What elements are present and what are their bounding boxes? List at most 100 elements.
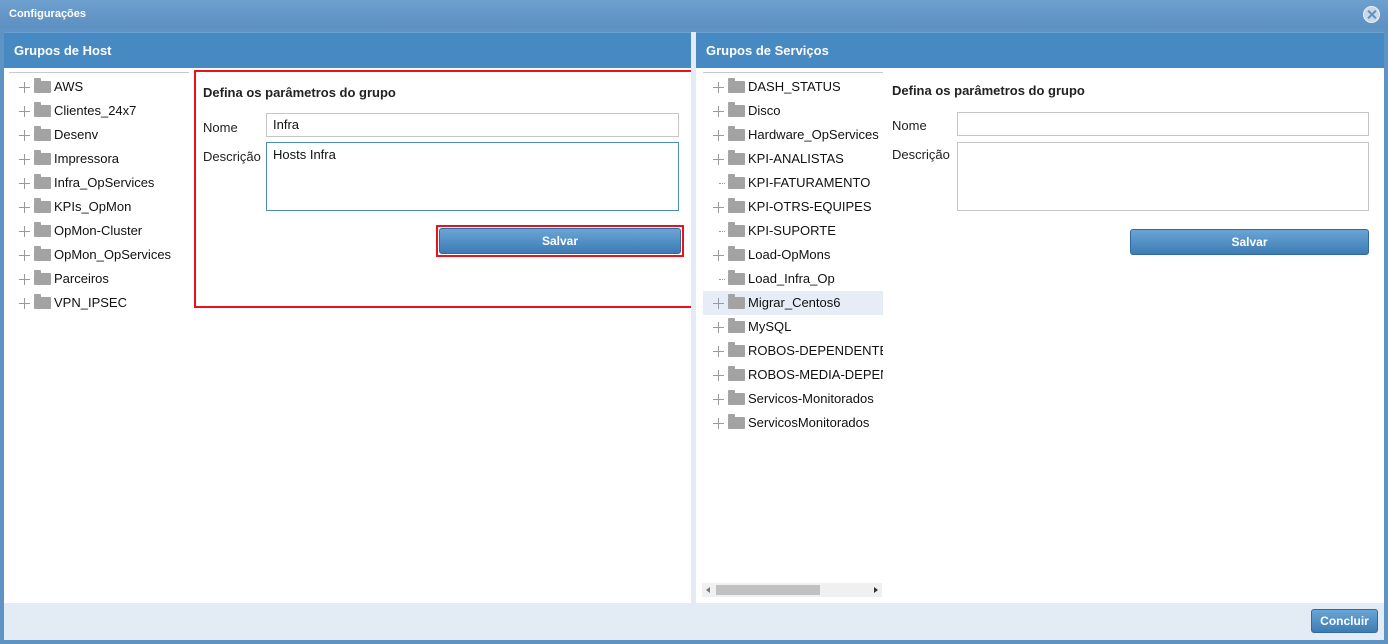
expand-icon[interactable] xyxy=(19,130,30,141)
tree-item-label: Impressora xyxy=(54,151,120,166)
folder-icon xyxy=(34,150,51,165)
host-save-button[interactable]: Salvar xyxy=(439,228,681,254)
tree-line-icon xyxy=(713,226,725,237)
expand-icon[interactable] xyxy=(713,346,724,357)
expand-icon[interactable] xyxy=(19,226,30,237)
scroll-thumb[interactable] xyxy=(716,585,820,595)
tree-item-label: KPI-ANALISTAS xyxy=(748,151,844,166)
scroll-right-icon[interactable] xyxy=(874,587,878,593)
tree-item[interactable]: ServicosMonitorados xyxy=(703,411,883,435)
expand-icon[interactable] xyxy=(713,322,724,333)
tree-item[interactable]: MySQL xyxy=(703,315,883,339)
expand-icon[interactable] xyxy=(713,250,724,261)
tree-item-label: KPI-FATURAMENTO xyxy=(748,175,871,190)
folder-icon xyxy=(34,270,51,285)
done-button[interactable]: Concluir xyxy=(1311,609,1378,633)
tree-item[interactable]: ROBOS-MEDIA-DEPENDENTES xyxy=(703,363,883,387)
tree-item[interactable]: KPI-SUPORTE xyxy=(703,219,883,243)
tree-item-label: VPN_IPSEC xyxy=(54,295,127,310)
service-group-form: Defina os parâmetros do grupo Nome Descr… xyxy=(890,70,1380,308)
folder-icon xyxy=(34,102,51,117)
dialog-footer: Concluir xyxy=(4,603,1384,640)
host-group-form: Defina os parâmetros do grupo Nome Infra… xyxy=(194,70,704,308)
tree-item[interactable]: Desenv xyxy=(9,123,189,147)
expand-icon[interactable] xyxy=(713,370,724,381)
window-title-bar: Configurações xyxy=(0,0,1388,28)
folder-icon xyxy=(728,318,745,333)
service-groups-header: Grupos de Serviços xyxy=(696,32,1384,68)
tree-item[interactable]: KPI-FATURAMENTO xyxy=(703,171,883,195)
expand-icon[interactable] xyxy=(713,394,724,405)
expand-icon[interactable] xyxy=(713,130,724,141)
host-groups-tree: AWS Clientes_24x7 Desenv Impressora Infra_Op… xyxy=(9,72,189,315)
tree-item[interactable]: Parceiros xyxy=(9,267,189,291)
host-save-highlight: Salvar xyxy=(436,225,684,257)
tree-item-label: OpMon-Cluster xyxy=(54,223,143,238)
tree-item[interactable]: Infra_OpServices xyxy=(9,171,189,195)
tree-item-label: OpMon_OpServices xyxy=(54,247,172,262)
service-description-textarea[interactable] xyxy=(957,142,1369,211)
expand-icon[interactable] xyxy=(713,418,724,429)
expand-icon[interactable] xyxy=(19,154,30,165)
tree-item-label: Migrar_Centos6 xyxy=(748,295,841,310)
folder-icon xyxy=(728,102,745,117)
expand-icon[interactable] xyxy=(19,202,30,213)
folder-icon xyxy=(34,78,51,93)
tree-item-label: Infra_OpServices xyxy=(54,175,155,190)
host-form-title: Defina os parâmetros do grupo xyxy=(203,85,396,100)
tree-item[interactable]: VPN_IPSEC xyxy=(9,291,189,315)
tree-item-label: Clientes_24x7 xyxy=(54,103,137,118)
service-name-input[interactable] xyxy=(957,112,1369,136)
close-icon[interactable] xyxy=(1363,6,1380,23)
tree-item[interactable]: Clientes_24x7 xyxy=(9,99,189,123)
tree-item[interactable]: KPI-OTRS-EQUIPES xyxy=(703,195,883,219)
tree-item[interactable]: Load-OpMons xyxy=(703,243,883,267)
expand-icon[interactable] xyxy=(19,178,30,189)
tree-item[interactable]: Disco xyxy=(703,99,883,123)
expand-icon[interactable] xyxy=(713,202,724,213)
tree-item-label: ROBOS-DEPENDENTES xyxy=(748,343,883,358)
folder-icon xyxy=(728,126,745,141)
tree-item[interactable]: DASH_STATUS xyxy=(703,75,883,99)
folder-icon xyxy=(34,222,51,237)
tree-item-label: Parceiros xyxy=(54,271,109,286)
tree-item-label: DASH_STATUS xyxy=(748,79,841,94)
folder-icon xyxy=(728,390,745,405)
host-description-textarea[interactable]: Hosts Infra xyxy=(266,142,679,211)
folder-icon xyxy=(728,174,745,189)
tree-item[interactable]: KPIs_OpMon xyxy=(9,195,189,219)
tree-item[interactable]: Impressora xyxy=(9,147,189,171)
folder-icon xyxy=(728,198,745,213)
expand-icon[interactable] xyxy=(19,298,30,309)
expand-icon[interactable] xyxy=(19,82,30,93)
tree-item-label: MySQL xyxy=(748,319,792,334)
service-tree-hscrollbar[interactable] xyxy=(702,583,882,597)
expand-icon[interactable] xyxy=(713,106,724,117)
service-save-button[interactable]: Salvar xyxy=(1130,229,1369,255)
folder-icon xyxy=(34,126,51,141)
folder-icon xyxy=(728,342,745,357)
tree-item[interactable]: ROBOS-DEPENDENTES xyxy=(703,339,883,363)
expand-icon[interactable] xyxy=(713,82,724,93)
tree-item[interactable]: Hardware_OpServices xyxy=(703,123,883,147)
expand-icon[interactable] xyxy=(19,274,30,285)
host-name-input[interactable]: Infra xyxy=(266,113,679,137)
tree-item[interactable]: KPI-ANALISTAS xyxy=(703,147,883,171)
tree-item-label: Desenv xyxy=(54,127,99,142)
scroll-left-icon[interactable] xyxy=(706,587,710,593)
folder-icon xyxy=(34,246,51,261)
tree-item[interactable]: AWS xyxy=(9,75,189,99)
expand-icon[interactable] xyxy=(19,106,30,117)
service-description-label: Descrição xyxy=(892,147,950,162)
expand-icon[interactable] xyxy=(713,298,724,309)
tree-item-label: Load-OpMons xyxy=(748,247,831,262)
tree-item[interactable]: Load_Infra_Op xyxy=(703,267,883,291)
tree-item[interactable]: Migrar_Centos6 xyxy=(703,291,883,315)
folder-icon xyxy=(34,174,51,189)
tree-item[interactable]: Servicos-Monitorados xyxy=(703,387,883,411)
expand-icon[interactable] xyxy=(713,154,724,165)
tree-item[interactable]: OpMon-Cluster xyxy=(9,219,189,243)
folder-icon xyxy=(728,270,745,285)
expand-icon[interactable] xyxy=(19,250,30,261)
tree-item[interactable]: OpMon_OpServices xyxy=(9,243,189,267)
